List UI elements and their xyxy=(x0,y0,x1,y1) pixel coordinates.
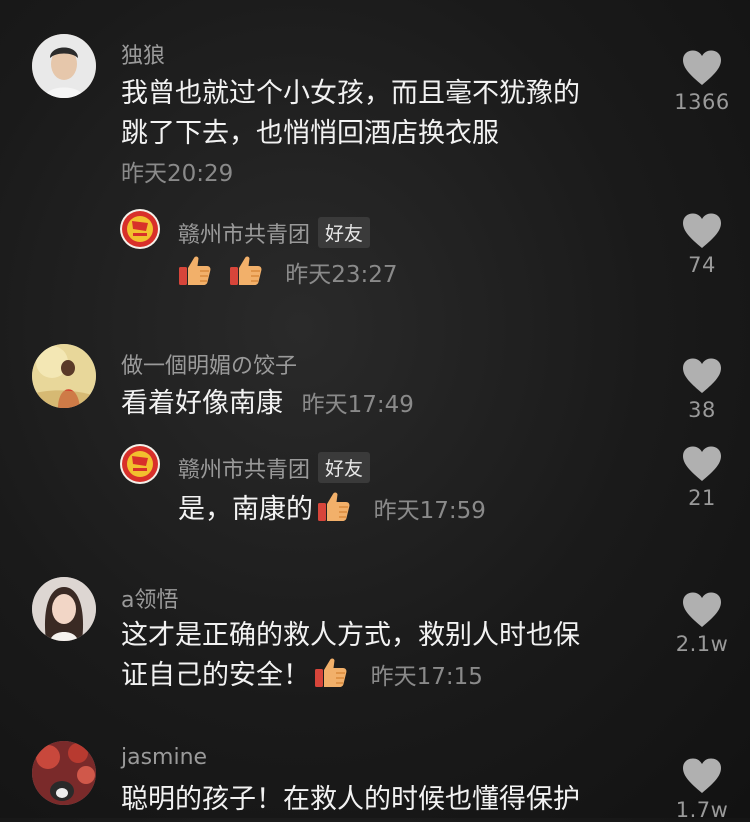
avatar[interactable] xyxy=(32,577,96,641)
youth-league-emblem-icon xyxy=(122,446,158,482)
comment-timestamp: 昨天17:49 xyxy=(301,392,414,418)
like-button[interactable]: 1.7w xyxy=(657,758,747,822)
comment-text: 这才是正确的救人方式，救别人时也保 证自己的安全！ 昨天17:15 xyxy=(121,616,661,697)
thumbs-up-icon xyxy=(317,490,351,522)
thumbs-up-icon xyxy=(314,656,348,688)
like-button[interactable]: 1366 xyxy=(657,50,747,114)
like-count: 38 xyxy=(688,398,716,422)
reply-text: 是，南康的 昨天17:59 xyxy=(178,490,486,531)
comment-text-line: 证自己的安全！ 昨天17:15 xyxy=(121,656,661,697)
reply-timestamp: 昨天23:27 xyxy=(285,262,398,288)
reply-text: 昨天23:27 xyxy=(178,254,397,295)
comment-timestamp: 昨天17:15 xyxy=(370,664,483,690)
comment-text-line: 跳了下去，也悄悄回酒店换衣服 xyxy=(121,118,499,149)
like-button[interactable]: 2.1w xyxy=(657,592,747,656)
like-count: 21 xyxy=(688,486,716,510)
reply-username-row: 赣州市共青团 好友 xyxy=(178,217,371,249)
like-count: 1366 xyxy=(674,90,730,114)
friend-badge: 好友 xyxy=(318,217,371,248)
heart-icon xyxy=(682,213,722,249)
heart-icon xyxy=(682,50,722,86)
heart-icon xyxy=(682,758,722,794)
friend-badge: 好友 xyxy=(318,452,371,483)
heart-icon xyxy=(682,592,722,628)
thumbs-up-icon xyxy=(178,254,212,286)
comment-text: 看着好像南康 昨天17:49 xyxy=(121,388,414,419)
comment-username[interactable]: jasmine xyxy=(121,745,207,770)
reply-avatar[interactable] xyxy=(120,209,160,249)
avatar[interactable] xyxy=(32,741,96,805)
like-button[interactable]: 74 xyxy=(657,213,747,277)
comment-text: 聪明的孩子！在救人的时候也懂得保护 xyxy=(121,780,661,820)
like-button[interactable]: 38 xyxy=(657,358,747,422)
youth-league-emblem-icon xyxy=(122,211,158,247)
comment-timestamp: 昨天20:29 xyxy=(121,161,234,187)
like-count: 1.7w xyxy=(675,798,729,822)
avatar[interactable] xyxy=(32,344,96,408)
comment-username[interactable]: a领悟 xyxy=(121,582,178,614)
like-button[interactable]: 21 xyxy=(657,446,747,510)
comment-text-line: 聪明的孩子！在救人的时候也懂得保护 xyxy=(121,784,580,815)
comment-username[interactable]: 做一個明媚の饺子 xyxy=(121,348,297,380)
reply-avatar[interactable] xyxy=(120,444,160,484)
like-count: 74 xyxy=(688,253,716,277)
reply-username[interactable]: 赣州市共青团 xyxy=(178,458,310,483)
thumbs-up-icon xyxy=(229,254,263,286)
comment-text-line: 我曾也就过个小女孩，而且毫不犹豫的 xyxy=(121,78,580,109)
heart-icon xyxy=(682,446,722,482)
comment-username[interactable]: 独狼 xyxy=(121,38,165,70)
comment-text: 我曾也就过个小女孩，而且毫不犹豫的 跳了下去，也悄悄回酒店换衣服 xyxy=(121,74,661,154)
avatar[interactable] xyxy=(32,34,96,98)
like-count: 2.1w xyxy=(675,632,729,656)
heart-icon xyxy=(682,358,722,394)
reply-timestamp: 昨天17:59 xyxy=(373,498,486,524)
reply-username-row: 赣州市共青团 好友 xyxy=(178,452,371,484)
reply-username[interactable]: 赣州市共青团 xyxy=(178,223,310,248)
comment-text-line: 这才是正确的救人方式，救别人时也保 xyxy=(121,620,580,651)
